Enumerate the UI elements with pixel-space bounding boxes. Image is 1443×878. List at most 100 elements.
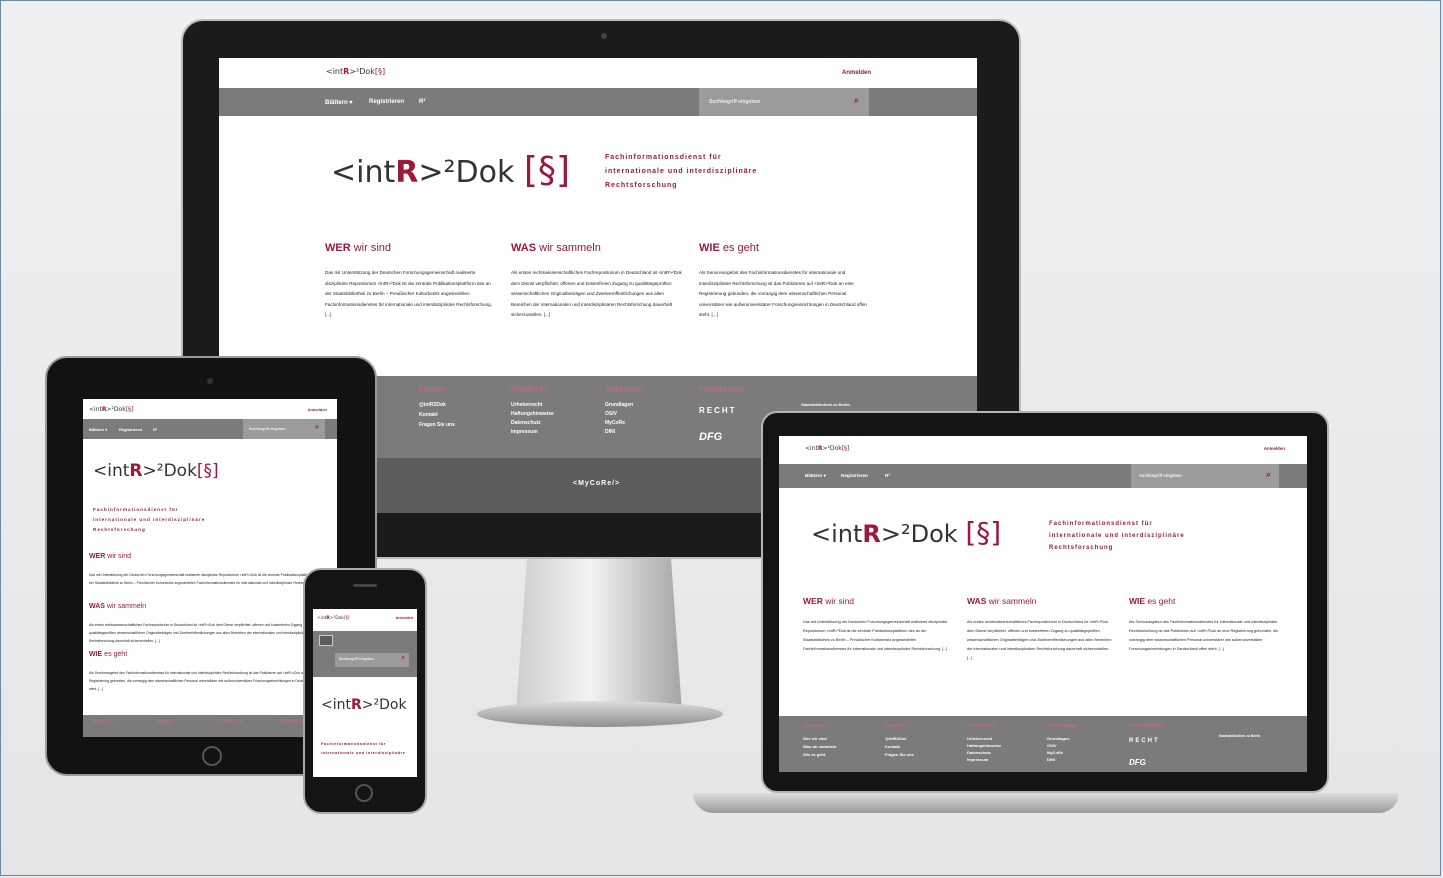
footer-tech-item[interactable]: OSIV [605, 411, 617, 417]
tablet-nav-browse[interactable]: Blättern ▾ [89, 427, 107, 432]
laptop-dfg-logo[interactable]: DFG [1129, 758, 1146, 767]
recht-logo[interactable]: RECHT [699, 406, 737, 415]
footer-tech-title: Technisches [605, 386, 644, 393]
laptop-footer-tech-item[interactable]: OSIV [1047, 743, 1057, 748]
tablet-footer-social: Soziales [155, 719, 174, 725]
laptop-footer-social-title: Soziales [885, 723, 906, 729]
monitor-base [477, 701, 723, 727]
laptop-login-link[interactable]: Anmelden [1264, 446, 1285, 451]
footer-social-ask[interactable]: Fragen Sie uns [419, 422, 455, 428]
nav-browse[interactable]: Blättern ▾ [325, 99, 352, 106]
phone-screen: <intR>²Dok[§] Anmelden Suchbegriff einge… [313, 609, 417, 777]
laptop-nav-register[interactable]: Registrieren [841, 473, 868, 478]
header-bar: <intR>²Dok[§] Anmelden [219, 58, 977, 88]
laptop-footer-about-item[interactable]: Wie es geht [803, 752, 825, 757]
footer-tech-item[interactable]: MyCoRe [605, 420, 625, 426]
footer-tech-item[interactable]: Grundlagen [605, 402, 633, 408]
laptop-footer-legal-item[interactable]: Haftungshinweise [967, 743, 1001, 748]
laptop-nav-browse[interactable]: Blättern ▾ [805, 473, 826, 479]
laptop-footer-tech-item[interactable]: MyCoRe [1047, 750, 1063, 755]
hero-logo: <intR>²Dok [§] [331, 150, 570, 191]
tablet-screen: <intR>²Dok[§] Anmelden Blättern ▾ Regist… [83, 399, 337, 737]
phone-search-icon[interactable]: ⌕ [402, 655, 405, 662]
footer-legal-item[interactable]: Urheberrecht [511, 402, 542, 408]
footer-social-title: Soziales [419, 386, 446, 393]
phone-menu-toggle[interactable] [319, 635, 333, 646]
laptop-footer-legal-item[interactable]: Impressum [967, 757, 988, 762]
phone-home-button[interactable] [355, 784, 373, 802]
col-how-heading: WIE es geht [699, 242, 759, 254]
tablet-login-link[interactable]: Anmelden [308, 407, 327, 412]
phone-small-logo[interactable]: <intR>²Dok[§] [317, 616, 349, 621]
tablet-search-icon[interactable]: ⌕ [315, 424, 319, 432]
tablet-hero-logo: <intR>²Dok[§] [93, 461, 219, 481]
dfg-logo[interactable]: DFG [699, 431, 722, 443]
footer-legal-item[interactable]: Impressum [511, 429, 538, 435]
footer-legal-item[interactable]: Haftungshinweise [511, 411, 554, 417]
laptop-search-input[interactable]: Suchbegriff eingeben ⌕ [1131, 464, 1279, 488]
laptop-hero-logo: <intR>²Dok [§] [811, 516, 1002, 549]
tablet-small-logo[interactable]: <intR>²Dok[§] [89, 406, 133, 413]
phone-search-input[interactable]: Suchbegriff eingeben ⌕ [335, 653, 409, 667]
laptop-small-logo[interactable]: <intR>²Dok[§] [805, 445, 849, 452]
laptop-footer-about-item[interactable]: Was wir sammeln [803, 744, 836, 749]
search-input[interactable]: Suchbegriff eingeben ⌕ [699, 88, 869, 116]
monitor-stand [516, 559, 682, 709]
footer-social-twitter[interactable]: @intR2Dok [419, 402, 446, 408]
col-how-text: Als Serviceangebot des Fachinformationsd… [699, 270, 867, 317]
tablet-search-input[interactable]: Suchbegriff eingeben ⌕ [243, 419, 325, 439]
phone-hero-logo: <intR>²Dok [321, 697, 407, 713]
laptop-who-text: Das mit Unterstützung der Deutschen Fors… [803, 620, 948, 651]
tablet-who-text: Das mit Unterstützung der Deutschen Fors… [89, 573, 326, 585]
laptop-footer-tech-title: Technisches [1047, 723, 1078, 729]
laptop-what-heading: WAS wir sammeln [967, 596, 1037, 606]
nav-register[interactable]: Registrieren [369, 99, 404, 105]
footer-tech-item[interactable]: DINI [605, 429, 615, 435]
laptop-footer-inst-title: Institutionelles [1129, 723, 1164, 729]
monitor-camera [601, 33, 607, 39]
laptop-sbb-logo[interactable]: Staatsbibliothek zu Berlin [1219, 734, 1275, 738]
phone-speaker [353, 584, 377, 587]
tablet-footer: Über uns Soziales Rechtliches Technische… [83, 715, 337, 737]
laptop-footer-tech-item[interactable]: Grundlagen [1047, 736, 1069, 741]
laptop-recht-logo[interactable]: RECHT [1129, 738, 1160, 744]
footer-legal-item[interactable]: Datenschutz [511, 420, 541, 426]
tablet-tagline: Fachinformationsdienst für internationale… [93, 507, 206, 532]
tablet-home-button[interactable] [202, 746, 222, 766]
laptop-how-heading: WIE es geht [1129, 596, 1176, 606]
laptop-footer-about-title: Über uns [803, 723, 826, 729]
laptop-footer-legal-title: Rechtliches [967, 723, 996, 729]
laptop-footer-social-item[interactable]: Fragen Sie uns [885, 752, 914, 757]
phone-tagline: Fachinformationsdienst für internationale… [321, 741, 406, 755]
tablet-camera [207, 378, 213, 384]
col-what-heading: WAS wir sammeln [511, 242, 601, 254]
tablet-nav-register[interactable]: Registrieren [119, 427, 142, 432]
laptop-footer-legal-item[interactable]: Datenschutz [967, 750, 991, 755]
col-who-text: Das mit Unterstützung der Deutschen Fors… [325, 270, 492, 317]
laptop-footer-about-item[interactable]: Wer wir sind [803, 736, 827, 741]
laptop-nav-bar: Blättern ▾ Registrieren R² Suchbegriff e… [779, 464, 1307, 488]
tablet-who-heading: WER wir sind [89, 553, 132, 560]
login-link[interactable]: Anmelden [842, 70, 871, 76]
small-logo[interactable]: <intR>²Dok[§] [326, 67, 385, 76]
laptop-header: <intR>²Dok[§] Anmelden [779, 436, 1307, 458]
laptop-what-text: Als erstes rechtswissenschaftliches Fach… [967, 620, 1112, 660]
search-icon[interactable]: ⌕ [854, 95, 859, 106]
phone-login-link[interactable]: Anmelden [396, 616, 413, 620]
nav-r2-icon[interactable]: R² [419, 99, 425, 105]
laptop-footer-tech-item[interactable]: DINI [1047, 757, 1055, 762]
showcase-background: <intR>²Dok[§] Anmelden Blättern ▾ Regist… [0, 0, 1441, 876]
laptop-search-icon[interactable]: ⌕ [1266, 469, 1271, 480]
laptop-who-heading: WER wir sind [803, 596, 855, 606]
footer-social-contact[interactable]: Kontakt [419, 412, 438, 418]
tablet-nav-r2[interactable]: R² [153, 427, 157, 432]
footer-legal-title: Rechtliches [511, 386, 548, 393]
laptop-footer-social-item[interactable]: Kontakt [885, 744, 900, 749]
tagline: Fachinformationsdienst für internationale… [605, 154, 758, 189]
laptop-footer-social-item[interactable]: @intR2Dok [885, 736, 906, 741]
col-what-text: Als erstes rechtswissenschaftliches Fach… [511, 270, 682, 317]
laptop-footer-legal-item[interactable]: Urheberrecht [967, 736, 992, 741]
laptop-nav-r2[interactable]: R² [885, 473, 890, 478]
mycore-logo[interactable]: <MyCoRe/> [573, 480, 620, 487]
sbb-logo[interactable]: Staatsbibliothek zu Berlin [801, 402, 851, 407]
